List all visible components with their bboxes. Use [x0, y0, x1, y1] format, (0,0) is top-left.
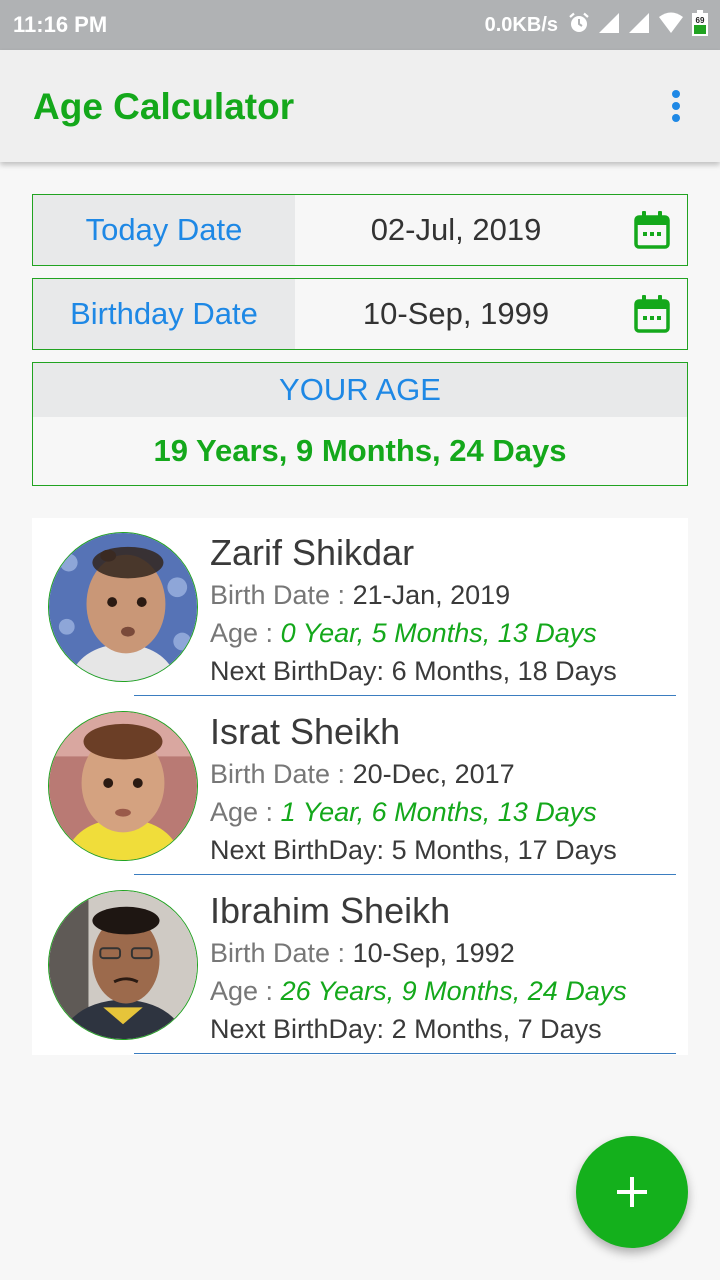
birth-date-label: Birth Date : — [210, 938, 346, 968]
next-birthday-line: Next BirthDay: 6 Months, 18 Days — [210, 656, 617, 687]
your-age-label: YOUR AGE — [33, 363, 687, 417]
avatar — [48, 890, 198, 1040]
today-date-value[interactable]: 02-Jul, 2019 — [295, 195, 617, 265]
avatar — [48, 711, 198, 861]
battery-icon: 69 — [692, 9, 708, 41]
list-item[interactable]: Israt Sheikh Birth Date : 20-Dec, 2017 A… — [32, 697, 688, 876]
next-birthday-label: Next BirthDay: — [210, 835, 385, 865]
app-title: Age Calculator — [33, 86, 295, 127]
birthday-date-label: Birthday Date — [33, 279, 295, 349]
net-speed: 0.0KB/s — [484, 13, 558, 36]
age-value: 1 Year, 6 Months, 13 Days — [280, 797, 597, 827]
next-birthday-line: Next BirthDay: 5 Months, 17 Days — [210, 835, 617, 866]
your-age-value: 19 Years, 9 Months, 24 Days — [153, 432, 567, 468]
person-list: Zarif Shikdar Birth Date : 21-Jan, 2019 … — [32, 518, 688, 1055]
birth-date-value: 21-Jan, 2019 — [352, 580, 511, 610]
next-birthday-value: 5 Months, 17 Days — [391, 835, 617, 865]
birth-date-label: Birth Date : — [210, 580, 346, 610]
signal-icon — [598, 12, 620, 39]
next-birthday-value: 2 Months, 7 Days — [391, 1014, 602, 1044]
birth-date-line: Birth Date : 10-Sep, 1992 — [210, 938, 515, 969]
today-date-label: Today Date — [33, 195, 295, 265]
divider — [134, 1052, 676, 1054]
birthday-date-row: Birthday Date 10-Sep, 1999 — [32, 278, 688, 350]
list-item[interactable]: Zarif Shikdar Birth Date : 21-Jan, 2019 … — [32, 518, 688, 697]
age-line: Age : 1 Year, 6 Months, 13 Days — [210, 797, 597, 828]
age-label: Age : — [210, 797, 274, 827]
age-line: Age : 26 Years, 9 Months, 24 Days — [210, 976, 627, 1007]
status-time: 11:16 PM — [13, 12, 108, 37]
list-item[interactable]: Ibrahim Sheikh Birth Date : 10-Sep, 1992… — [32, 876, 688, 1055]
more-vert-icon[interactable] — [664, 86, 688, 126]
age-value: 26 Years, 9 Months, 24 Days — [280, 976, 627, 1006]
battery-level: 69 — [696, 16, 705, 25]
avatar — [48, 532, 198, 682]
wifi-icon — [658, 12, 684, 39]
person-name: Ibrahim Sheikh — [210, 890, 451, 931]
app-bar: Age Calculator — [0, 50, 720, 162]
divider — [134, 873, 676, 875]
add-person-button[interactable] — [576, 1136, 688, 1248]
calendar-icon[interactable] — [633, 295, 671, 333]
status-icons: 0.0KB/s 69 — [484, 9, 708, 41]
next-birthday-label: Next BirthDay: — [210, 1014, 385, 1044]
next-birthday-line: Next BirthDay: 2 Months, 7 Days — [210, 1014, 602, 1045]
calendar-icon[interactable] — [633, 211, 671, 249]
age-label: Age : — [210, 618, 274, 648]
next-birthday-value: 6 Months, 18 Days — [391, 656, 617, 686]
age-value: 0 Year, 5 Months, 13 Days — [280, 618, 597, 648]
today-date-row: Today Date 02-Jul, 2019 — [32, 194, 688, 266]
birth-date-line: Birth Date : 21-Jan, 2019 — [210, 580, 510, 611]
birth-date-label: Birth Date : — [210, 759, 346, 789]
birth-date-value: 20-Dec, 2017 — [352, 759, 515, 789]
birthday-date-value[interactable]: 10-Sep, 1999 — [295, 279, 617, 349]
age-line: Age : 0 Year, 5 Months, 13 Days — [210, 618, 597, 649]
divider — [134, 694, 676, 696]
person-name: Zarif Shikdar — [210, 532, 415, 573]
person-name: Israt Sheikh — [210, 711, 401, 752]
birth-date-value: 10-Sep, 1992 — [352, 938, 515, 968]
your-age-box: YOUR AGE 19 Years, 9 Months, 24 Days — [32, 362, 688, 486]
birth-date-line: Birth Date : 20-Dec, 2017 — [210, 759, 515, 790]
signal-icon — [628, 12, 650, 39]
age-label: Age : — [210, 976, 274, 1006]
status-bar: 11:16 PM 0.0KB/s 69 — [0, 0, 720, 50]
alarm-icon — [568, 12, 590, 39]
next-birthday-label: Next BirthDay: — [210, 656, 385, 686]
